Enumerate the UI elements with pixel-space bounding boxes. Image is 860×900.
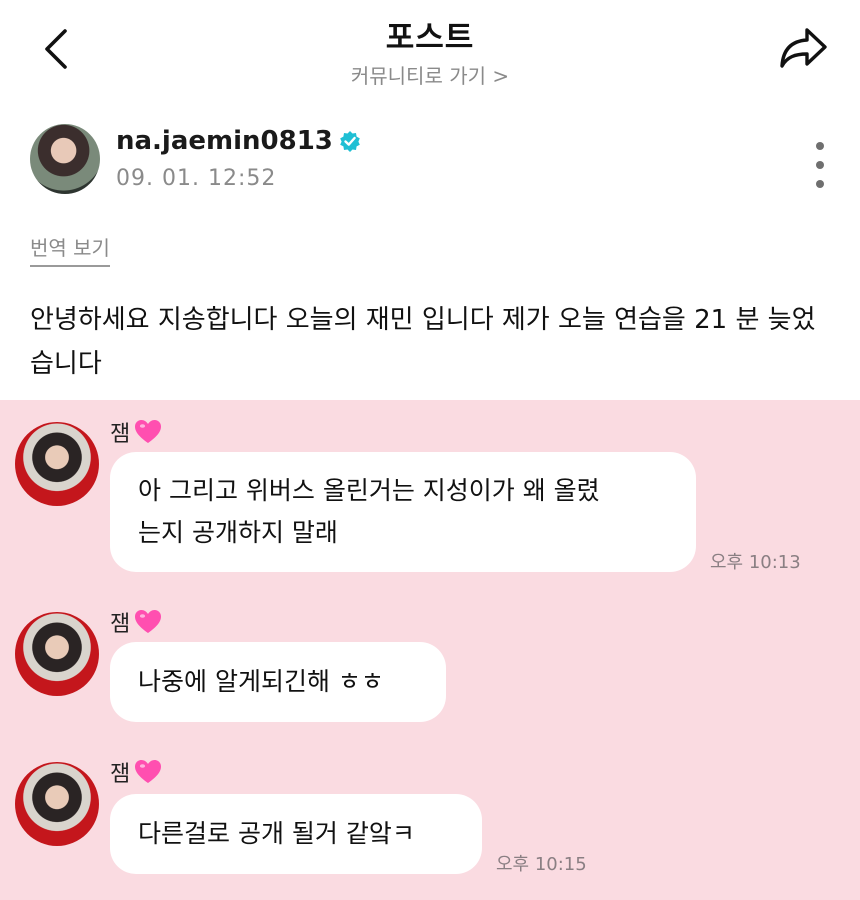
- share-arrow-icon: [780, 28, 827, 68]
- translate-link[interactable]: 번역 보기: [30, 232, 110, 267]
- message-line: 다른걸로 공개 될거 같앜ㅋ: [138, 819, 415, 848]
- top-bar: 포스트 커뮤니티로 가기 >: [0, 0, 860, 100]
- more-dot-icon: [816, 180, 824, 188]
- pink-heart-icon: [134, 419, 162, 445]
- sender-avatar: [15, 762, 99, 846]
- sender-name-row: 잼: [110, 606, 162, 638]
- verified-badge-icon: [339, 130, 361, 152]
- sender-name-row: 잼: [110, 756, 162, 788]
- author-avatar[interactable]: [30, 124, 100, 194]
- sender-name-row: 잼: [110, 416, 162, 448]
- message-time: 오후 10:13: [710, 552, 801, 573]
- page-title: 포스트: [385, 20, 475, 56]
- community-link[interactable]: 커뮤니티로 가기 >: [0, 60, 860, 89]
- more-dot-icon: [816, 142, 824, 150]
- more-dot-icon: [816, 161, 824, 169]
- sender-name: 잼: [110, 422, 131, 447]
- chat-bubble: 나중에 알게되긴해 ㅎㅎ: [110, 642, 446, 722]
- message-time: 오후 10:15: [496, 854, 587, 875]
- message-line: 는지 공개하지 말래: [138, 518, 338, 547]
- pink-heart-icon: [134, 609, 162, 635]
- sender-avatar: [15, 612, 99, 696]
- sender-name: 잼: [110, 612, 131, 637]
- message-line: 나중에 알게되긴해 ㅎㅎ: [138, 667, 384, 696]
- post-author: na.jaemin0813 09. 01. 12:52: [30, 124, 830, 204]
- post-body: 안녕하세요 지송합니다 오늘의 재민 입니다 제가 오늘 연습을 21 분 늦었…: [30, 305, 816, 379]
- message-line: 아 그리고 위버스 올린거는 지성이가 왜 올렸: [138, 476, 600, 505]
- sender-name: 잼: [110, 762, 131, 787]
- chat-bubble: 아 그리고 위버스 올린거는 지성이가 왜 올렸 는지 공개하지 말래: [110, 452, 696, 572]
- post-timestamp: 09. 01. 12:52: [116, 166, 277, 191]
- more-options-button[interactable]: [808, 142, 832, 188]
- author-username-row[interactable]: na.jaemin0813: [116, 126, 361, 156]
- sender-avatar: [15, 422, 99, 506]
- share-button[interactable]: [774, 20, 834, 76]
- pink-heart-icon: [134, 759, 162, 785]
- chat-bubble: 다른걸로 공개 될거 같앜ㅋ: [110, 794, 482, 874]
- chat-image: 잼 아 그리고 위버스 올린거는 지성이가 왜 올렸 는지 공개하지 말래 오후…: [0, 400, 860, 900]
- author-username: na.jaemin0813: [116, 126, 333, 156]
